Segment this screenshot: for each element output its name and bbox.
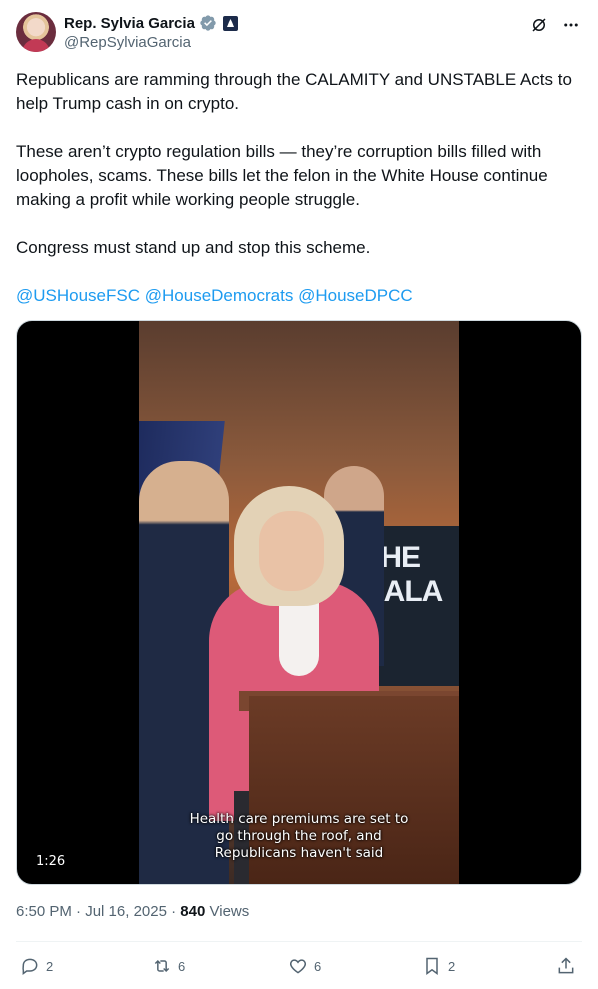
views-label: Views [209,903,250,920]
video-caption: Health care premiums are set to go throu… [139,811,459,862]
separator: · [76,903,82,920]
tweet-paragraph: These aren’t crypto regulation bills — t… [16,142,548,209]
caption-line: Health care premiums are set to [189,811,409,827]
divider [16,941,582,942]
bookmark-count: 2 [448,958,456,974]
tweet-time[interactable]: 6:50 PM [16,903,72,920]
author-handle[interactable]: @RepSylviaGarcia [64,34,191,51]
author-name[interactable]: Rep. Sylvia Garcia [64,15,195,32]
repost-count: 6 [178,958,186,974]
video-duration: 1:26 [31,852,71,871]
reply-count: 2 [46,958,54,974]
action-bar: 2 6 6 2 [16,952,582,980]
views-count: 840 [180,903,206,920]
repost-button[interactable]: 6 [152,952,185,980]
caption-line: go through the roof, and [216,828,382,844]
like-count: 6 [314,958,322,974]
tweet-header: Rep. Sylvia Garcia @RepSylviaGarcia [16,12,582,54]
heart-icon [289,959,307,974]
video-player[interactable]: THE CALA Health care premiums are set to… [16,320,582,885]
tweet-paragraph: Congress must stand up and stop this sch… [16,238,371,257]
share-icon [558,957,574,974]
mention-link[interactable]: @HouseDPCC [298,286,413,305]
mention-link[interactable]: @HouseDemocrats [145,286,294,305]
more-icon[interactable] [560,14,582,36]
government-badge-icon[interactable] [222,15,238,31]
verified-badge-icon[interactable] [199,14,217,32]
mention-link[interactable]: @USHouseFSC [16,286,140,305]
bookmark-button[interactable]: 2 [422,952,455,980]
repost-icon [154,959,170,973]
avatar[interactable] [16,12,56,52]
share-button[interactable] [556,952,576,980]
author-name-line: Rep. Sylvia Garcia [64,13,238,33]
grok-icon[interactable] [528,14,550,36]
tweet-date[interactable]: Jul 16, 2025 [85,903,167,920]
reply-button[interactable]: 2 [20,952,53,980]
tweet-paragraph: Republicans are ramming through the CALA… [16,70,572,113]
separator: · [171,903,177,920]
tweet-text: Republicans are ramming through the CALA… [16,68,582,332]
mentions: @USHouseFSC @HouseDemocrats @HouseDPCC [16,284,582,308]
video-frame: THE CALA [139,321,459,884]
tweet-meta: 6:50 PM · Jul 16, 2025 · 840 Views [16,903,249,920]
reply-icon [22,958,38,975]
caption-line: Republicans haven't said [214,845,384,861]
bookmark-icon [426,957,438,975]
like-button[interactable]: 6 [288,952,321,980]
